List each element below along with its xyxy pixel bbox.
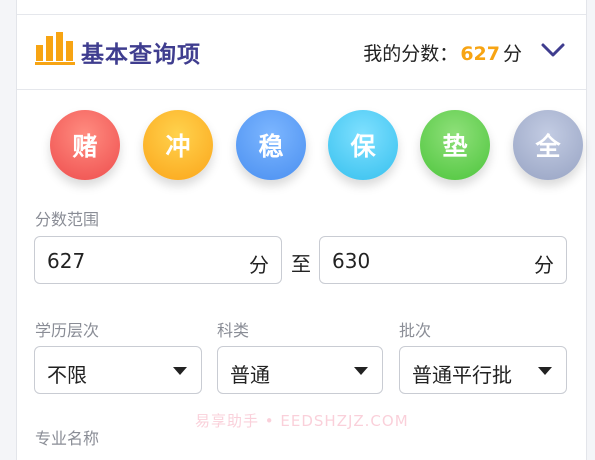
page-title: 基本查询项 (81, 42, 201, 68)
score-max-unit: 分 (534, 253, 554, 277)
score-max-value: 630 (332, 249, 371, 273)
batch-label: 批次 (399, 321, 432, 340)
strategy-button-all[interactable]: 全 (513, 110, 583, 180)
strategy-button-stable[interactable]: 稳 (236, 110, 306, 180)
caret-down-icon (173, 367, 187, 375)
card-header[interactable]: 基本查询项 我的分数： 627 分 (17, 14, 586, 90)
my-score: 我的分数： 627 分 (363, 39, 522, 66)
strategy-button-gamble[interactable]: 赌 (50, 110, 120, 180)
score-min-input[interactable]: 627 分 (34, 236, 282, 284)
education-level-value: 不限 (47, 363, 87, 387)
watermark: 易享助手 • EEDSHZJZ.COM (195, 412, 409, 430)
strategy-button-safe[interactable]: 保 (328, 110, 398, 180)
chevron-down-icon[interactable] (540, 37, 566, 63)
major-name-label: 专业名称 (35, 429, 100, 448)
score-range-label: 分数范围 (35, 210, 100, 229)
strategy-button-rush[interactable]: 冲 (143, 110, 213, 180)
batch-select[interactable]: 普通平行批 (399, 346, 567, 394)
bar-chart-icon (35, 32, 75, 65)
subject-type-select[interactable]: 普通 (217, 346, 383, 394)
score-min-value: 627 (47, 249, 86, 273)
score-unit: 分 (502, 43, 522, 65)
education-level-select[interactable]: 不限 (34, 346, 202, 394)
query-card: 基本查询项 我的分数： 627 分 赌 冲 稳 保 垫 全 分数范围 627 分 至… (16, 0, 587, 460)
education-level-label: 学历层次 (35, 321, 100, 340)
score-label: 我的分数： (363, 43, 459, 65)
subject-type-value: 普通 (230, 363, 270, 387)
strategy-button-fallback[interactable]: 垫 (420, 110, 490, 180)
subject-type-label: 科类 (217, 321, 250, 340)
score-value: 627 (460, 43, 500, 65)
score-min-unit: 分 (249, 253, 269, 277)
caret-down-icon (538, 367, 552, 375)
batch-value: 普通平行批 (412, 363, 512, 387)
score-max-input[interactable]: 630 分 (319, 236, 567, 284)
caret-down-icon (354, 367, 368, 375)
range-separator: 至 (291, 252, 311, 276)
